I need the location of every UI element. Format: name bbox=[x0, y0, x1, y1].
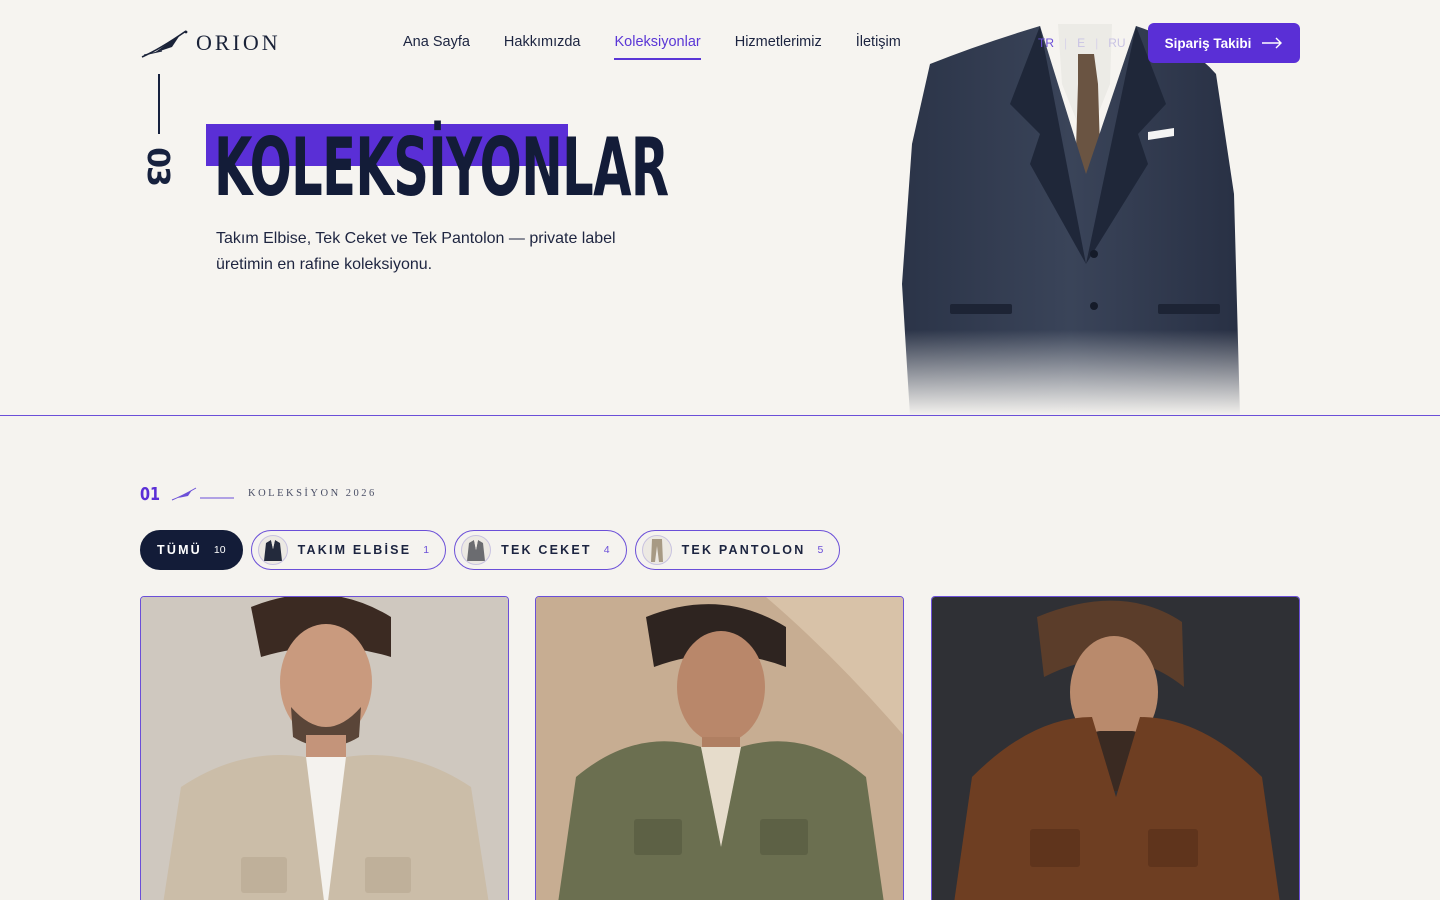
plane-logo-icon bbox=[141, 30, 188, 58]
decorative-vertical-line bbox=[158, 74, 160, 134]
hero-section: ORION Ana Sayfa Hakkımızda Koleksiyonlar… bbox=[0, 0, 1440, 416]
trousers-thumb-icon bbox=[641, 535, 672, 565]
section-number: 03 bbox=[140, 147, 176, 185]
plane-divider-icon bbox=[171, 487, 234, 501]
lang-divider: | bbox=[1064, 36, 1068, 50]
filter-count: 4 bbox=[603, 544, 610, 556]
filter-count: 1 bbox=[423, 544, 430, 556]
filter-all[interactable]: TÜMÜ 10 bbox=[140, 530, 243, 570]
filter-label: TAKIM ELBİSE bbox=[297, 543, 412, 557]
hero-suit-image bbox=[890, 24, 1250, 415]
filter-label: TEK CEKET bbox=[501, 543, 592, 557]
arrow-right-icon bbox=[1262, 37, 1283, 49]
olive-field-jacket-model-image bbox=[536, 597, 903, 900]
product-card[interactable] bbox=[140, 596, 509, 900]
filter-jackets[interactable]: TEK CEKET 4 bbox=[454, 530, 627, 570]
filter-trousers[interactable]: TEK PANTOLON 5 bbox=[634, 530, 841, 570]
order-tracking-button[interactable]: Sipariş Takibi bbox=[1148, 23, 1300, 63]
filter-label: TÜMÜ bbox=[157, 543, 202, 557]
lang-divider: | bbox=[1095, 36, 1099, 50]
jacket-thumb-icon bbox=[461, 535, 492, 565]
logo[interactable]: ORION bbox=[140, 26, 281, 60]
main-nav: Ana Sayfa Hakkımızda Koleksiyonlar Hizme… bbox=[403, 34, 935, 60]
page-title: KOLEKSİYONLAR bbox=[214, 121, 669, 214]
collection-number: 01 bbox=[140, 484, 161, 505]
brown-suede-jacket-model-image bbox=[932, 597, 1299, 900]
suit-thumb-icon bbox=[257, 535, 288, 565]
filter-count: 5 bbox=[817, 544, 824, 556]
lang-en[interactable]: E bbox=[1077, 36, 1085, 50]
nav-item-collections[interactable]: Koleksiyonlar bbox=[614, 34, 701, 60]
order-tracking-label: Sipariş Takibi bbox=[1164, 35, 1252, 51]
product-card[interactable] bbox=[535, 596, 904, 900]
collection-label: KOLEKSİYON 2026 bbox=[248, 488, 377, 499]
language-switcher: TR | E | RU bbox=[1038, 36, 1126, 50]
brand-name: ORION bbox=[196, 30, 281, 55]
lang-tr[interactable]: TR bbox=[1038, 36, 1054, 50]
product-card[interactable] bbox=[931, 596, 1300, 900]
filter-count: 10 bbox=[213, 544, 226, 556]
nav-item-home[interactable]: Ana Sayfa bbox=[403, 34, 470, 60]
nav-item-about[interactable]: Hakkımızda bbox=[504, 34, 581, 60]
lang-ru[interactable]: RU bbox=[1108, 36, 1125, 50]
hero-description: Takım Elbise, Tek Ceket ve Tek Pantolon … bbox=[216, 230, 616, 273]
beige-safari-jacket-model-image bbox=[141, 597, 508, 900]
nav-item-services[interactable]: Hizmetlerimiz bbox=[735, 34, 822, 60]
category-filters: TÜMÜ 10 TAKIM ELBİSE 1 TEK CEKET 4 TEK P… bbox=[140, 530, 841, 570]
filter-suits[interactable]: TAKIM ELBİSE 1 bbox=[250, 530, 447, 570]
filter-label: TEK PANTOLON bbox=[681, 543, 806, 557]
